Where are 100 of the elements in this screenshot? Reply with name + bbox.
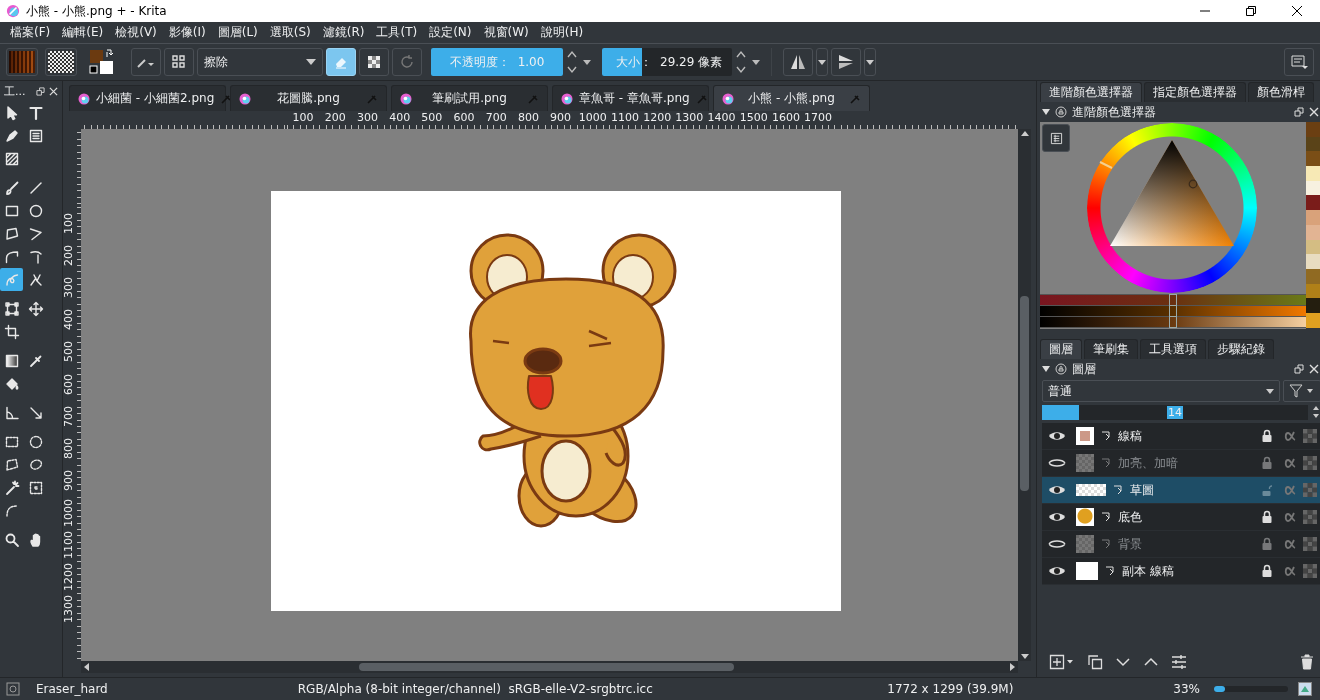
inherit-alpha-icon[interactable] xyxy=(1100,430,1112,442)
selector-settings-button[interactable] xyxy=(1042,124,1070,152)
scroll-up-icon[interactable] xyxy=(1020,131,1029,136)
brush-preset-button[interactable] xyxy=(131,48,161,76)
color-swatch[interactable] xyxy=(1306,298,1320,313)
inherit-alpha-icon[interactable] xyxy=(1100,511,1112,523)
layer-row[interactable]: 底色 xyxy=(1042,504,1320,531)
dropdown-arrow-icon[interactable] xyxy=(583,59,591,65)
eye-icon[interactable] xyxy=(1048,511,1066,523)
docker-tab[interactable]: 筆刷集 xyxy=(1084,339,1138,359)
checker-icon[interactable] xyxy=(1303,510,1317,524)
menu-item[interactable]: 編輯(E) xyxy=(56,22,110,43)
color-slider[interactable] xyxy=(1040,306,1306,316)
lock-icon[interactable] xyxy=(1261,429,1273,443)
menu-item[interactable]: 影像(I) xyxy=(162,22,212,43)
menu-item[interactable]: 檢視(V) xyxy=(109,22,163,43)
docker-tab[interactable]: 圖層 xyxy=(1040,339,1082,359)
gradient-swatch-button[interactable] xyxy=(6,48,38,76)
eye-icon[interactable] xyxy=(1048,430,1066,442)
eye-icon[interactable] xyxy=(1048,565,1066,577)
lock-circle-icon[interactable] xyxy=(1055,363,1067,375)
preset-dropdown[interactable]: 擦除 xyxy=(197,48,323,76)
lock-circle-icon[interactable] xyxy=(1055,106,1067,118)
inherit-alpha-icon[interactable] xyxy=(1104,565,1116,577)
layer-row[interactable]: 草圖 xyxy=(1042,477,1320,504)
checker-icon[interactable] xyxy=(1303,537,1317,551)
collapse-caret-icon[interactable] xyxy=(1042,366,1050,372)
alpha-icon[interactable] xyxy=(1283,430,1297,442)
preserve-alpha-button[interactable] xyxy=(359,48,389,76)
mirror-options-button[interactable] xyxy=(816,48,828,76)
mirror-vertical-button[interactable] xyxy=(831,48,861,76)
zoom-slider[interactable] xyxy=(1214,686,1288,692)
scroll-right-icon[interactable] xyxy=(1010,663,1015,671)
dropdown-arrow-icon[interactable] xyxy=(752,59,760,65)
color-swatch[interactable] xyxy=(1306,122,1320,137)
mirror-horizontal-button[interactable] xyxy=(783,48,813,76)
color-slider[interactable] xyxy=(1040,295,1306,305)
closed-eye-icon[interactable] xyxy=(1048,457,1066,469)
color-slider[interactable] xyxy=(1040,317,1306,327)
docker-tab[interactable]: 進階顏色選擇器 xyxy=(1040,82,1142,102)
inherit-alpha-icon[interactable] xyxy=(1112,484,1124,496)
color-swatch[interactable] xyxy=(1306,254,1320,269)
color-swatch[interactable] xyxy=(1306,210,1320,225)
checker-icon[interactable] xyxy=(1303,483,1317,497)
menu-item[interactable]: 濾鏡(R) xyxy=(316,22,371,43)
menu-item[interactable]: 視窗(W) xyxy=(477,22,535,43)
mirror-options-button[interactable] xyxy=(864,48,876,76)
size-slider[interactable]: 大小： 29.29 像素 xyxy=(602,48,732,76)
document-tab[interactable]: 花圖騰.png xyxy=(230,85,387,111)
pattern-swatch-button[interactable] xyxy=(45,48,77,76)
float-icon[interactable] xyxy=(1294,107,1304,117)
close-icon[interactable] xyxy=(1309,364,1319,374)
document-tab[interactable]: 小熊 - 小熊.png xyxy=(713,85,870,111)
menu-item[interactable]: 選取(S) xyxy=(263,22,317,43)
scroll-down-icon[interactable] xyxy=(1020,654,1029,659)
checker-icon[interactable] xyxy=(1303,564,1317,578)
docker-menu-button[interactable] xyxy=(1284,48,1314,76)
color-swatch[interactable] xyxy=(1306,166,1320,181)
document-tab[interactable]: 章魚哥 - 章魚哥.png xyxy=(552,85,709,111)
eye-icon[interactable] xyxy=(1048,484,1066,496)
canvas-rotate-icon[interactable] xyxy=(1298,682,1312,696)
unlocked-icon[interactable] xyxy=(1261,483,1273,497)
menu-item[interactable]: 設定(N) xyxy=(423,22,478,43)
workspace-button[interactable] xyxy=(164,48,194,76)
alpha-icon[interactable] xyxy=(1283,457,1297,469)
canvas-area[interactable] xyxy=(81,129,1018,661)
color-swatch[interactable] xyxy=(1306,151,1320,167)
alpha-icon[interactable] xyxy=(1283,538,1297,550)
hue-handle[interactable] xyxy=(1099,161,1113,169)
filter-button[interactable] xyxy=(1283,380,1320,402)
close-icon[interactable] xyxy=(1309,107,1319,117)
layer-row[interactable]: 加亮、加暗 xyxy=(1042,450,1320,477)
menu-item[interactable]: 圖層(L) xyxy=(211,22,264,43)
lock-icon[interactable] xyxy=(1261,510,1273,524)
vertical-scrollbar[interactable] xyxy=(1018,129,1031,661)
scroll-left-icon[interactable] xyxy=(84,663,89,671)
spin-arrows-icon[interactable] xyxy=(1311,404,1320,420)
color-swatch[interactable] xyxy=(1306,195,1320,211)
closed-eye-icon[interactable] xyxy=(1048,538,1066,550)
docker-tab[interactable]: 工具選項 xyxy=(1140,339,1206,359)
layer-row[interactable]: 背景 xyxy=(1042,531,1320,558)
alpha-icon[interactable] xyxy=(1283,511,1297,523)
menu-item[interactable]: 說明(H) xyxy=(534,22,590,43)
docker-tab[interactable]: 指定顏色選擇器 xyxy=(1144,82,1246,102)
collapse-caret-icon[interactable] xyxy=(1042,109,1050,115)
docker-tab[interactable]: 顏色滑桿 xyxy=(1248,82,1314,102)
horizontal-scrollbar[interactable] xyxy=(81,661,1018,673)
menu-item[interactable]: 工具(T) xyxy=(370,22,424,43)
alpha-icon[interactable] xyxy=(1283,565,1297,577)
lock-icon[interactable] xyxy=(1261,564,1273,578)
float-icon[interactable] xyxy=(36,86,45,96)
document-tab[interactable]: 筆刷試用.png xyxy=(391,85,548,111)
float-icon[interactable] xyxy=(1294,364,1304,374)
checker-icon[interactable] xyxy=(1303,456,1317,470)
color-handle[interactable] xyxy=(1188,179,1198,189)
checker-icon[interactable] xyxy=(1303,429,1317,443)
close-icon[interactable] xyxy=(49,86,58,96)
menu-item[interactable]: 檔案(F) xyxy=(4,22,57,43)
layer-row[interactable]: 線稿 xyxy=(1042,423,1320,450)
blend-mode-dropdown[interactable]: 普通 xyxy=(1042,380,1280,402)
